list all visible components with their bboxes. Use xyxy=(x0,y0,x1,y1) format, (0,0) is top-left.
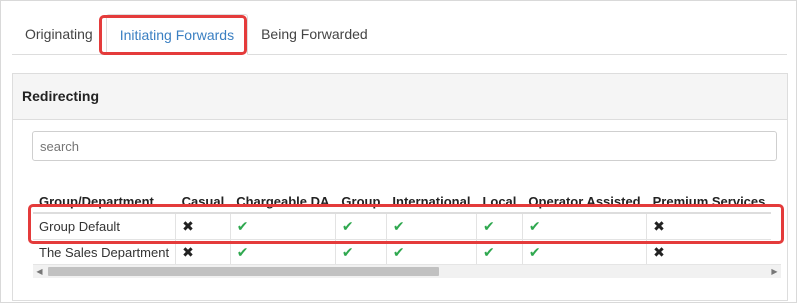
check-icon: ✔ xyxy=(236,244,249,260)
tab-originating[interactable]: Originating xyxy=(12,14,106,52)
check-icon: ✔ xyxy=(392,244,405,260)
check-icon: ✔ xyxy=(341,244,354,260)
scroll-right-icon[interactable]: ▶ xyxy=(768,265,781,278)
panel-title: Redirecting xyxy=(13,74,787,120)
check-icon: ✔ xyxy=(528,244,541,260)
check-icon: ✔ xyxy=(482,244,495,260)
scroll-left-icon[interactable]: ◀ xyxy=(33,265,46,278)
tab-highlight-annotation xyxy=(99,15,247,55)
scrollbar-thumb[interactable] xyxy=(48,267,439,276)
row-highlight-annotation xyxy=(28,204,784,244)
x-icon: ✖ xyxy=(182,244,194,260)
search-input[interactable] xyxy=(32,131,777,161)
horizontal-scrollbar[interactable]: ◀ ▶ xyxy=(33,264,781,278)
x-icon: ✖ xyxy=(653,244,665,260)
tab-being-forwarded[interactable]: Being Forwarded xyxy=(248,14,381,52)
